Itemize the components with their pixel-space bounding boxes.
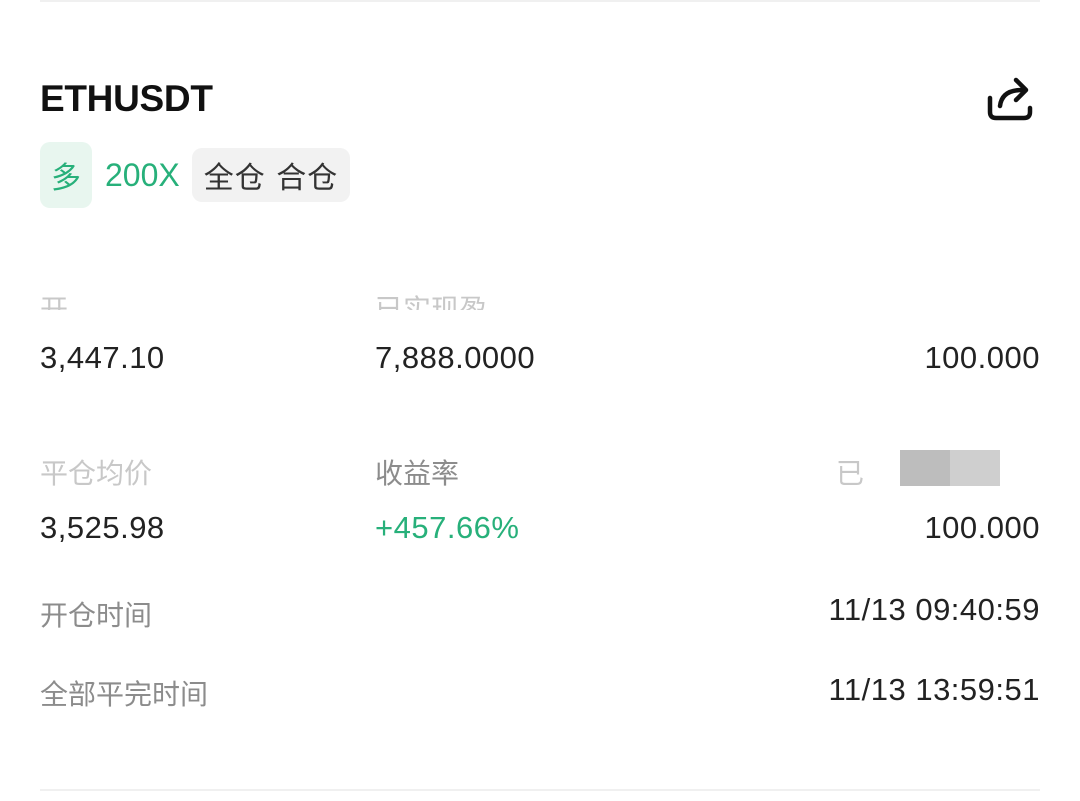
top-divider: [40, 0, 1040, 2]
contract-symbol: ETHUSDT: [40, 78, 213, 119]
closed-quantity-label: 已: [836, 457, 865, 490]
roi-label: 收益率: [375, 457, 460, 490]
bottom-divider: [40, 789, 1040, 791]
realized-pnl-label: 已实现盈: [375, 293, 488, 310]
closed-quantity-value: 100.000: [924, 510, 1040, 545]
roi-value: +457.66%: [375, 510, 520, 545]
position-tags: 多 200X 全仓 合仓: [40, 142, 351, 208]
share-button[interactable]: [984, 72, 1036, 122]
redaction-block: [900, 450, 950, 486]
redaction-block: [950, 450, 1000, 486]
close-avg-price-value: 3,525.98: [40, 510, 165, 545]
realized-pnl-value: 7,888.0000: [375, 340, 536, 375]
close-avg-price-label: 平仓均价: [40, 457, 153, 490]
close-time-value: 11/13 13:59:51: [828, 672, 1040, 707]
share-icon: [987, 77, 1033, 121]
open-avg-price-value: 3,447.10: [40, 340, 165, 375]
close-time-label: 全部平完时间: [40, 678, 209, 711]
margin-mode-badge: 全仓 合仓: [191, 148, 351, 202]
side-badge: 多: [40, 142, 92, 208]
quantity-value: 100.000: [924, 340, 1040, 375]
quantity-label: [905, 288, 1040, 310]
open-time-label: 开仓时间: [40, 599, 153, 632]
leverage-badge: 200X: [105, 156, 180, 193]
open-avg-price-label: 开: [40, 293, 69, 310]
open-time-value: 11/13 09:40:59: [828, 592, 1040, 627]
